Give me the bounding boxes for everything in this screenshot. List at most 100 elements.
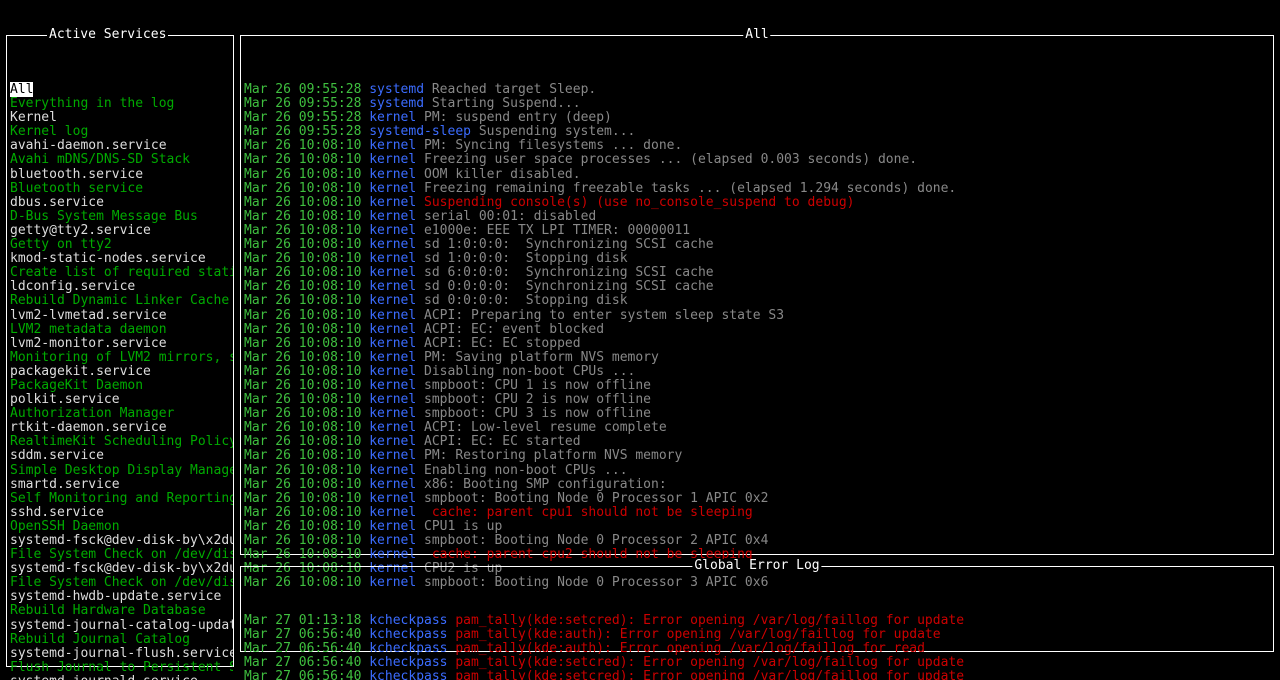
log-row[interactable]: Mar 26 10:08:10 kernel sd 1:0:0:0: Synch… [244, 238, 1270, 252]
log-row[interactable]: Mar 26 10:08:10 kernel smpboot: CPU 3 is… [244, 407, 1270, 421]
service-item[interactable]: Kernel log [10, 125, 230, 139]
log-row[interactable]: Mar 26 10:08:10 kernel CPU1 is up [244, 520, 1270, 534]
error-row[interactable]: Mar 27 06:56:40 kcheckpass pam_tally(kde… [244, 670, 1270, 680]
service-item[interactable]: lvm2-lvmetad.service [10, 309, 230, 323]
service-item[interactable]: Everything in the log [10, 97, 230, 111]
service-item[interactable]: systemd-hwdb-update.service [10, 590, 230, 604]
log-row[interactable]: Mar 26 10:08:10 kernel smpboot: Booting … [244, 534, 1270, 548]
log-row[interactable]: Mar 26 10:08:10 kernel Freezing remainin… [244, 182, 1270, 196]
error-row[interactable]: Mar 27 06:56:40 kcheckpass pam_tally(kde… [244, 642, 1270, 656]
service-item[interactable]: Self Monitoring and Reporting [10, 492, 230, 506]
log-row[interactable]: Mar 26 09:55:28 systemd Starting Suspend… [244, 97, 1270, 111]
log-row[interactable]: Mar 26 10:08:10 kernel Freezing user spa… [244, 153, 1270, 167]
log-row[interactable]: Mar 26 10:08:10 kernel sd 0:0:0:0: Synch… [244, 280, 1270, 294]
service-item[interactable]: Rebuild Journal Catalog [10, 633, 230, 647]
log-row[interactable]: Mar 26 09:55:28 systemd Reached target S… [244, 83, 1270, 97]
log-row[interactable]: Mar 26 10:08:10 kernel e1000e: EEE TX LP… [244, 224, 1270, 238]
service-item[interactable]: dbus.service [10, 196, 230, 210]
service-item[interactable]: RealtimeKit Scheduling Policy [10, 435, 230, 449]
service-item[interactable]: Authorization Manager [10, 407, 230, 421]
log-message: sd 6:0:0:0: Synchronizing SCSI cache [424, 265, 714, 280]
log-timestamp: Mar 26 10:08:10 [244, 420, 369, 435]
service-item[interactable]: PackageKit Daemon [10, 379, 230, 393]
log-row[interactable]: Mar 26 10:08:10 kernel cache: parent cpu… [244, 506, 1270, 520]
error-log-pane[interactable]: Global Error Log Mar 27 01:13:18 kcheckp… [240, 566, 1274, 652]
service-item[interactable]: Bluetooth service [10, 182, 230, 196]
service-item[interactable]: LVM2 metadata daemon [10, 323, 230, 337]
service-item[interactable]: systemd-journal-catalog-update [10, 619, 230, 633]
service-item[interactable]: avahi-daemon.service [10, 139, 230, 153]
service-item[interactable]: bluetooth.service [10, 168, 230, 182]
log-row[interactable]: Mar 26 10:08:10 kernel PM: Syncing files… [244, 139, 1270, 153]
log-row[interactable]: Mar 26 10:08:10 kernel ACPI: Low-level r… [244, 421, 1270, 435]
service-item[interactable]: Kernel [10, 111, 230, 125]
service-item[interactable]: Getty on tty2 [10, 238, 230, 252]
service-item[interactable]: File System Check on /dev/disk [10, 576, 230, 590]
log-row[interactable]: Mar 26 10:08:10 kernel ACPI: EC: EC stop… [244, 337, 1270, 351]
service-item[interactable]: Rebuild Hardware Database [10, 604, 230, 618]
service-item-label: ldconfig.service [10, 279, 135, 294]
service-list[interactable]: AllEverything in the logKernelKernel log… [7, 78, 233, 680]
active-services-pane[interactable]: Active Services AllEverything in the log… [6, 35, 234, 667]
log-row[interactable]: Mar 26 10:08:10 kernel sd 6:0:0:0: Synch… [244, 266, 1270, 280]
log-row[interactable]: Mar 26 09:55:28 systemd-sleep Suspending… [244, 125, 1270, 139]
log-row[interactable]: Mar 26 10:08:10 kernel Suspending consol… [244, 196, 1270, 210]
log-service: kernel [369, 110, 424, 125]
log-service: kernel [369, 293, 424, 308]
service-item[interactable]: ldconfig.service [10, 280, 230, 294]
service-item[interactable]: systemd-journal-flush.service [10, 647, 230, 661]
service-item[interactable]: Rebuild Dynamic Linker Cache [10, 294, 230, 308]
log-row[interactable]: Mar 26 10:08:10 kernel sd 0:0:0:0: Stopp… [244, 294, 1270, 308]
log-service: kcheckpass [369, 613, 455, 628]
error-row[interactable]: Mar 27 06:56:40 kcheckpass pam_tally(kde… [244, 656, 1270, 670]
service-item[interactable]: lvm2-monitor.service [10, 337, 230, 351]
log-row[interactable]: Mar 26 10:08:10 kernel x86: Booting SMP … [244, 478, 1270, 492]
service-item[interactable]: Avahi mDNS/DNS-SD Stack [10, 153, 230, 167]
service-item[interactable]: Monitoring of LVM2 mirrors, sn [10, 351, 230, 365]
service-item[interactable]: sshd.service [10, 506, 230, 520]
error-log-body[interactable]: Mar 27 01:13:18 kcheckpass pam_tally(kde… [241, 609, 1273, 680]
service-item[interactable]: polkit.service [10, 393, 230, 407]
service-item[interactable]: systemd-fsck@dev-disk-by\x2duu [10, 562, 230, 576]
log-row[interactable]: Mar 26 10:08:10 kernel PM: Restoring pla… [244, 449, 1270, 463]
log-row[interactable]: Mar 26 10:08:10 kernel ACPI: EC: event b… [244, 323, 1270, 337]
log-message: PM: Saving platform NVS memory [424, 350, 659, 365]
service-item[interactable]: systemd-fsck@dev-disk-by\x2duu [10, 534, 230, 548]
service-item[interactable]: smartd.service [10, 478, 230, 492]
service-item-label: All [10, 82, 33, 97]
log-row[interactable]: Mar 26 10:08:10 kernel PM: Saving platfo… [244, 351, 1270, 365]
service-item[interactable]: sddm.service [10, 449, 230, 463]
log-row[interactable]: Mar 26 10:08:10 kernel Enabling non-boot… [244, 464, 1270, 478]
log-timestamp: Mar 27 01:13:18 [244, 613, 369, 628]
service-item[interactable]: Create list of required static [10, 266, 230, 280]
log-row[interactable]: Mar 26 10:08:10 kernel ACPI: Preparing t… [244, 309, 1270, 323]
main-log-body[interactable]: Mar 26 09:55:28 systemd Reached target S… [241, 78, 1273, 593]
log-row[interactable]: Mar 26 10:08:10 kernel OOM killer disabl… [244, 168, 1270, 182]
service-item[interactable]: packagekit.service [10, 365, 230, 379]
service-item[interactable]: getty@tty2.service [10, 224, 230, 238]
service-item[interactable]: rtkit-daemon.service [10, 421, 230, 435]
log-row[interactable]: Mar 26 10:08:10 kernel smpboot: Booting … [244, 492, 1270, 506]
log-timestamp: Mar 26 10:08:10 [244, 279, 369, 294]
service-item-label: Rebuild Hardware Database [10, 603, 206, 618]
main-log-pane[interactable]: All Mar 26 09:55:28 systemd Reached targ… [240, 35, 1274, 555]
log-message: smpboot: Booting Node 0 Processor 2 APIC… [424, 533, 768, 548]
error-row[interactable]: Mar 27 06:56:40 kcheckpass pam_tally(kde… [244, 628, 1270, 642]
log-row[interactable]: Mar 26 10:08:10 kernel serial 00:01: dis… [244, 210, 1270, 224]
log-row[interactable]: Mar 26 10:08:10 kernel ACPI: EC: EC star… [244, 435, 1270, 449]
log-row[interactable]: Mar 26 10:08:10 kernel smpboot: CPU 1 is… [244, 379, 1270, 393]
service-item[interactable]: Flush Journal to Persistent St [10, 661, 230, 675]
service-item[interactable]: kmod-static-nodes.service [10, 252, 230, 266]
log-row[interactable]: Mar 26 10:08:10 kernel Disabling non-boo… [244, 365, 1270, 379]
log-row[interactable]: Mar 26 10:08:10 kernel sd 1:0:0:0: Stopp… [244, 252, 1270, 266]
service-item-selected[interactable]: All [10, 83, 230, 97]
log-row[interactable]: Mar 26 10:08:10 kernel smpboot: CPU 2 is… [244, 393, 1270, 407]
service-item[interactable]: Simple Desktop Display Manager [10, 464, 230, 478]
log-message: pam_tally(kde:auth): Error opening /var/… [455, 641, 925, 656]
error-row[interactable]: Mar 27 01:13:18 kcheckpass pam_tally(kde… [244, 614, 1270, 628]
log-service: kernel [369, 533, 424, 548]
service-item[interactable]: OpenSSH Daemon [10, 520, 230, 534]
service-item[interactable]: File System Check on /dev/disk [10, 548, 230, 562]
service-item[interactable]: D-Bus System Message Bus [10, 210, 230, 224]
log-row[interactable]: Mar 26 09:55:28 kernel PM: suspend entry… [244, 111, 1270, 125]
